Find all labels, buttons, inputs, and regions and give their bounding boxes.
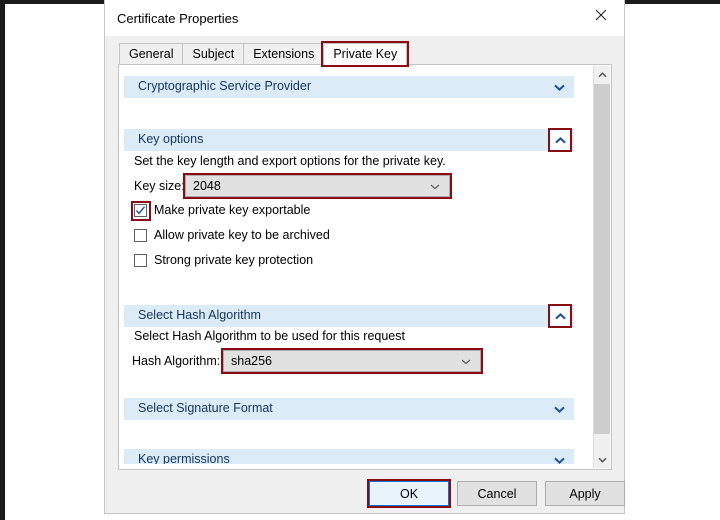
checkbox-make-private-key-exportable[interactable] xyxy=(134,204,147,217)
tab-general[interactable]: General xyxy=(119,43,183,65)
tab-private-key-label: Private Key xyxy=(333,47,397,61)
hash-algorithm-value: sha256 xyxy=(231,354,272,368)
checkbox-strong-private-key-protection[interactable] xyxy=(134,254,147,267)
apply-button[interactable]: Apply xyxy=(545,481,625,506)
key-size-label: Key size: xyxy=(134,179,185,193)
section-title-permissions: Key permissions xyxy=(138,452,230,464)
section-header-select-hash-algorithm[interactable]: Select Hash Algorithm xyxy=(124,305,574,327)
section-title-csp: Cryptographic Service Provider xyxy=(138,79,311,93)
key-size-value: 2048 xyxy=(193,179,221,193)
tab-private-key[interactable]: Private Key xyxy=(323,43,407,65)
scroll-down-arrow-icon[interactable] xyxy=(594,451,610,468)
key-options-description: Set the key length and export options fo… xyxy=(134,154,446,168)
chevron-up-icon[interactable] xyxy=(550,306,570,326)
checkbox-label-make-private-key-exportable: Make private key exportable xyxy=(154,203,310,217)
vertical-scrollbar[interactable] xyxy=(593,66,610,468)
checkbox-allow-private-key-archived[interactable] xyxy=(134,229,147,242)
chevron-down-icon[interactable] xyxy=(459,355,473,369)
tab-extensions[interactable]: Extensions xyxy=(243,43,324,65)
tab-subject-label: Subject xyxy=(192,47,234,61)
certificate-properties-dialog: Certificate Properties General Subject E… xyxy=(104,0,625,514)
chevron-down-icon[interactable] xyxy=(428,180,442,194)
section-title-hash: Select Hash Algorithm xyxy=(138,308,261,322)
checkbox-label-allow-private-key-archived: Allow private key to be archived xyxy=(154,228,330,242)
hash-algorithm-combobox[interactable]: sha256 xyxy=(223,350,481,372)
tab-extensions-label: Extensions xyxy=(253,47,314,61)
tab-general-label: General xyxy=(129,47,173,61)
section-header-key-permissions[interactable]: Key permissions xyxy=(124,449,574,464)
cancel-button[interactable]: Cancel xyxy=(457,481,537,506)
ok-button-label: OK xyxy=(400,487,418,501)
dialog-footer: OK Cancel Apply xyxy=(105,474,624,514)
close-icon[interactable] xyxy=(578,0,624,30)
private-key-tab-page: Cryptographic Service Provider Key optio… xyxy=(118,64,612,470)
dialog-titlebar: Certificate Properties xyxy=(105,0,624,36)
apply-button-label: Apply xyxy=(569,487,600,501)
chevron-up-icon[interactable] xyxy=(550,130,570,150)
tab-strip: General Subject Extensions Private Key xyxy=(119,42,611,65)
section-header-select-signature-format[interactable]: Select Signature Format xyxy=(124,398,574,420)
backdrop-edge-left xyxy=(0,0,5,520)
checkbox-label-strong-private-key-protection: Strong private key protection xyxy=(154,253,313,267)
cancel-button-label: Cancel xyxy=(478,487,517,501)
scroll-up-arrow-icon[interactable] xyxy=(594,66,610,83)
chevron-down-icon[interactable] xyxy=(550,452,568,464)
section-header-cryptographic-service-provider[interactable]: Cryptographic Service Provider xyxy=(124,76,574,98)
dialog-title: Certificate Properties xyxy=(117,11,238,26)
tab-subject[interactable]: Subject xyxy=(182,43,244,65)
scrollbar-thumb[interactable] xyxy=(594,84,610,434)
chevron-down-icon[interactable] xyxy=(550,401,568,417)
section-title-signature: Select Signature Format xyxy=(138,401,273,415)
private-key-content: Cryptographic Service Provider Key optio… xyxy=(124,70,586,464)
section-header-key-options[interactable]: Key options xyxy=(124,129,574,151)
chevron-down-icon[interactable] xyxy=(550,79,568,95)
key-size-combobox[interactable]: 2048 xyxy=(185,175,450,197)
ok-button[interactable]: OK xyxy=(369,481,449,506)
hash-algorithm-label: Hash Algorithm: xyxy=(132,354,220,368)
section-title-key-options: Key options xyxy=(138,132,203,146)
hash-description: Select Hash Algorithm to be used for thi… xyxy=(134,329,405,343)
